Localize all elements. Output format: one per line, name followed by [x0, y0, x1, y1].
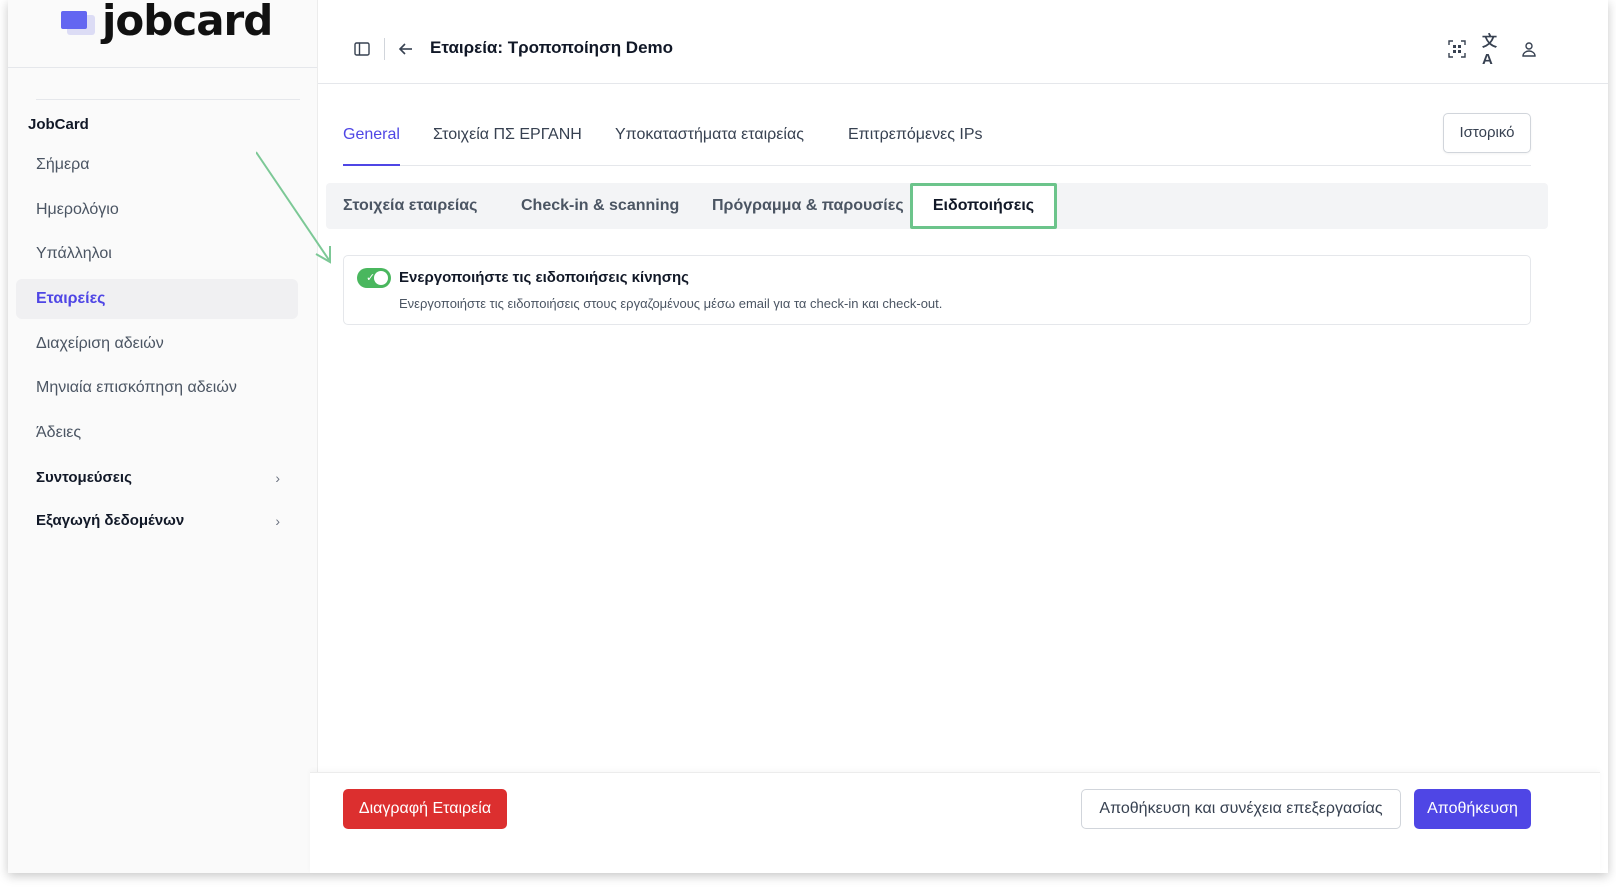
sidebar-group-label: Εξαγωγή δεδομένων	[36, 512, 185, 529]
subtab-checkin-scanning[interactable]: Check-in & scanning	[521, 183, 679, 229]
save-button[interactable]: Αποθήκευση	[1414, 789, 1531, 829]
sidebar-item-leaves[interactable]: Άδειες	[16, 413, 298, 453]
header-divider	[384, 38, 385, 60]
page-header: Εταιρεία: Τροποποίηση Demo 文A	[318, 0, 1608, 84]
notifications-toggle[interactable]: ✓	[357, 268, 391, 288]
chevron-right-icon: ›	[275, 470, 280, 486]
user-icon[interactable]	[1518, 38, 1540, 60]
save-and-continue-button[interactable]: Αποθήκευση και συνέχεια επεξεργασίας	[1081, 789, 1401, 829]
notification-title: Ενεργοποιήστε τις ειδοποιήσεις κίνησης	[399, 269, 689, 286]
logo-mark-icon	[61, 11, 95, 35]
delete-company-button[interactable]: Διαγραφή Εταιρεία	[343, 789, 507, 829]
tab-ergani-info[interactable]: Στοιχεία ΠΣ ΕΡΓΑΝΗ	[433, 126, 582, 166]
subtab-company-info[interactable]: Στοιχεία εταιρείας	[343, 183, 477, 229]
sidebar-section-title: JobCard	[28, 116, 89, 133]
chevron-right-icon: ›	[275, 513, 280, 529]
translate-icon[interactable]: 文A	[1482, 33, 1504, 68]
arrow-left-icon[interactable]	[395, 38, 417, 60]
sidebar-group-shortcuts[interactable]: Συντομεύσεις ›	[16, 458, 298, 498]
logo[interactable]: jobcard	[8, 0, 317, 68]
tab-allowed-ips[interactable]: Επιτρεπόμενες IPs	[848, 126, 983, 166]
sidebar-divider	[36, 99, 300, 100]
subtab-schedule-attendance[interactable]: Πρόγραμμα & παρουσίες	[712, 183, 904, 229]
main-tabs: General Στοιχεία ΠΣ ΕΡΓΑΝΗ Υποκαταστήματ…	[343, 126, 1531, 166]
history-button[interactable]: Ιστορικό	[1443, 113, 1531, 153]
sidebar-toggle-icon[interactable]	[351, 38, 373, 60]
page-title: Εταιρεία: Τροποποίηση Demo	[430, 38, 674, 57]
sidebar-group-label: Συντομεύσεις	[36, 469, 132, 486]
sidebar-item-monthly-leave-overview[interactable]: Μηνιαία επισκόπηση αδειών	[16, 368, 298, 408]
qr-scan-icon[interactable]	[1446, 38, 1468, 60]
sidebar-group-data-export[interactable]: Εξαγωγή δεδομένων ›	[16, 501, 298, 541]
tab-branches[interactable]: Υποκαταστήματα εταιρείας	[615, 126, 804, 166]
sidebar: jobcard JobCard Σήμερα Ημερολόγιο Υπάλλη…	[8, 0, 318, 873]
sidebar-item-leave-management[interactable]: Διαχείριση αδειών	[16, 324, 298, 364]
notification-setting-card: ✓ Ενεργοποιήστε τις ειδοποιήσεις κίνησης…	[343, 255, 1531, 325]
notification-description: Ενεργοποιήστε τις ειδοποιήσεις στους εργ…	[399, 296, 943, 311]
toggle-knob	[374, 271, 388, 285]
sidebar-item-companies[interactable]: Εταιρείες	[16, 279, 298, 319]
subtab-notifications[interactable]: Ειδοποιήσεις	[910, 183, 1057, 229]
tab-general[interactable]: General	[343, 126, 400, 166]
subtabs: Στοιχεία εταιρείας Check-in & scanning Π…	[326, 183, 1548, 229]
logo-text: jobcard	[102, 0, 273, 45]
